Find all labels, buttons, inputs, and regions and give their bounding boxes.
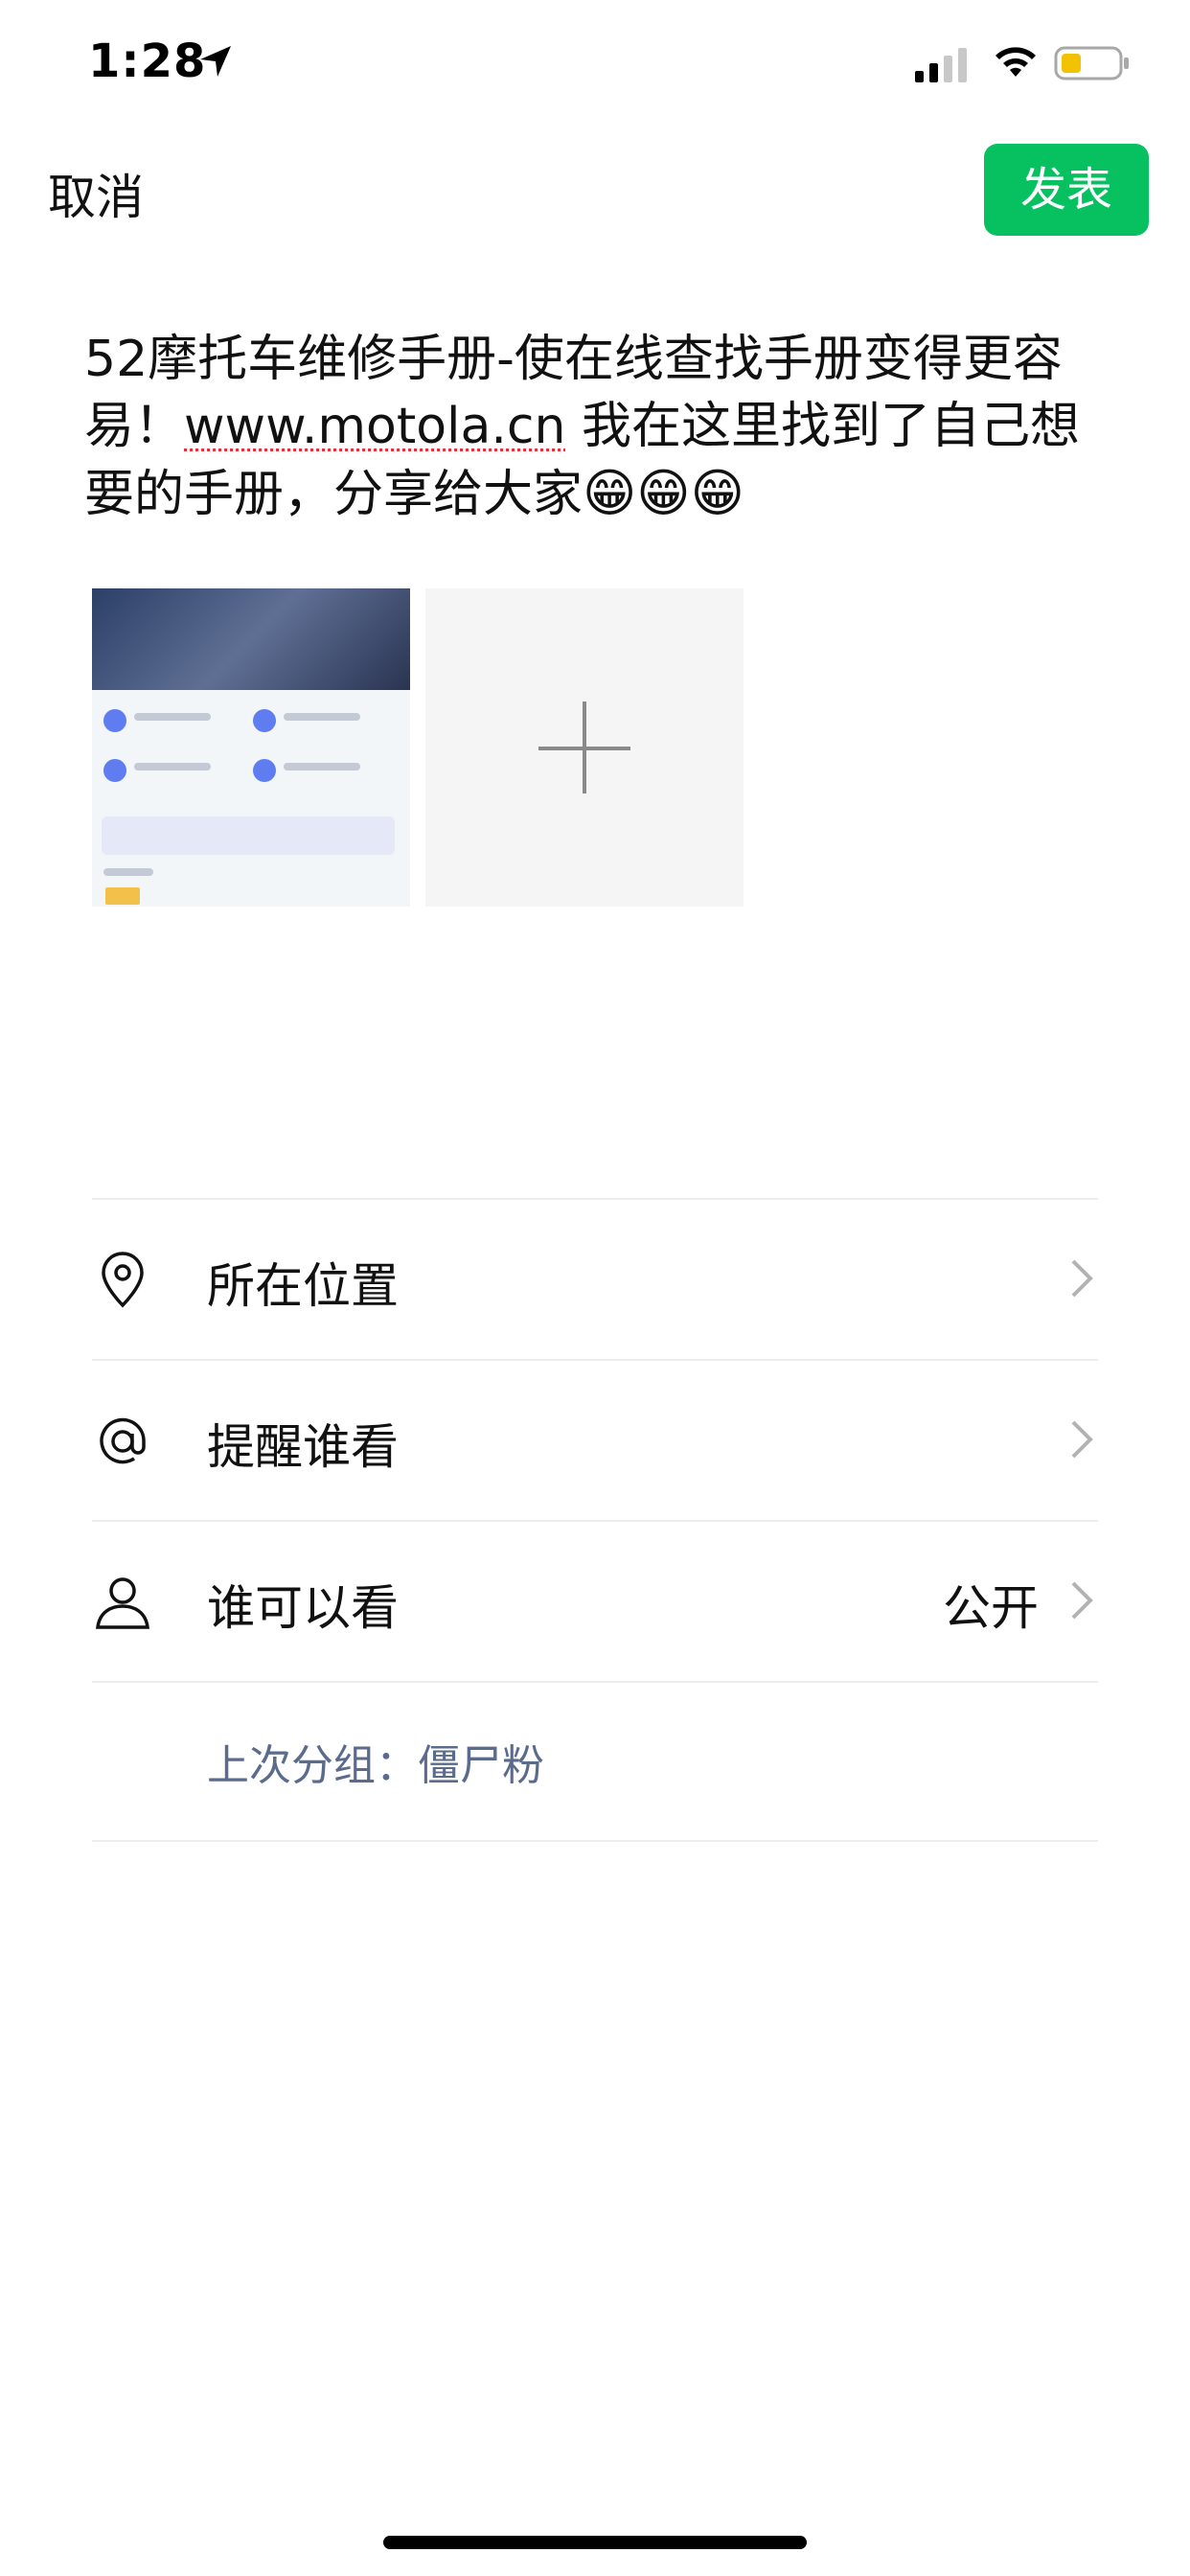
thumbnail-line [134,763,211,770]
thumbnail-line [284,763,360,770]
post-button[interactable]: 发表 [984,144,1149,236]
chevron-right-icon [1071,1581,1093,1620]
post-link[interactable]: www.motola.cn [184,398,565,455]
chevron-right-icon [1071,1259,1093,1298]
last-group-label[interactable]: 上次分组：僵尸粉 [207,1731,544,1792]
post-text-input[interactable]: 52摩托车维修手册-使在线查找手册变得更容易！www.motola.cn 我在这… [84,326,1119,528]
cellular-signal-icon [915,48,967,82]
thumbnail-note [102,816,395,855]
location-label: 所在位置 [207,1258,399,1314]
divider [92,1681,1098,1683]
image-thumbnail[interactable] [92,588,410,907]
grin-emoji: 😁😁😁 [583,463,744,523]
home-indicator [383,2536,807,2549]
location-arrow-icon [200,46,231,77]
visibility-row[interactable]: 谁可以看 公开 [92,1522,1098,1679]
thumbnail-line [284,713,360,721]
location-row[interactable]: 所在位置 [92,1200,1098,1357]
user-icon [96,1577,149,1629]
remind-row[interactable]: 提醒谁看 [92,1361,1098,1518]
chevron-right-icon [1071,1420,1093,1459]
visibility-label: 谁可以看 [207,1580,399,1636]
location-icon [102,1252,144,1308]
visibility-value: 公开 [943,1580,1039,1636]
thumbnail-line [134,713,211,721]
at-icon [100,1417,146,1464]
thumbnail-banner [92,588,410,690]
thumbnail-dot [253,759,276,782]
wifi-icon [995,47,1036,77]
battery-icon [1054,46,1129,80]
thumbnail-dot [253,709,276,732]
remind-label: 提醒谁看 [207,1419,399,1475]
thumbnail-tag [105,887,140,905]
thumbnail-dot [103,709,126,732]
thumbnail-dot [103,759,126,782]
thumbnail-line [103,868,153,876]
status-time: 1:28 [88,34,207,88]
cancel-button[interactable]: 取消 [48,159,144,228]
divider [92,1840,1098,1842]
plus-icon-vertical [583,702,586,794]
add-photo-button[interactable] [425,588,744,907]
